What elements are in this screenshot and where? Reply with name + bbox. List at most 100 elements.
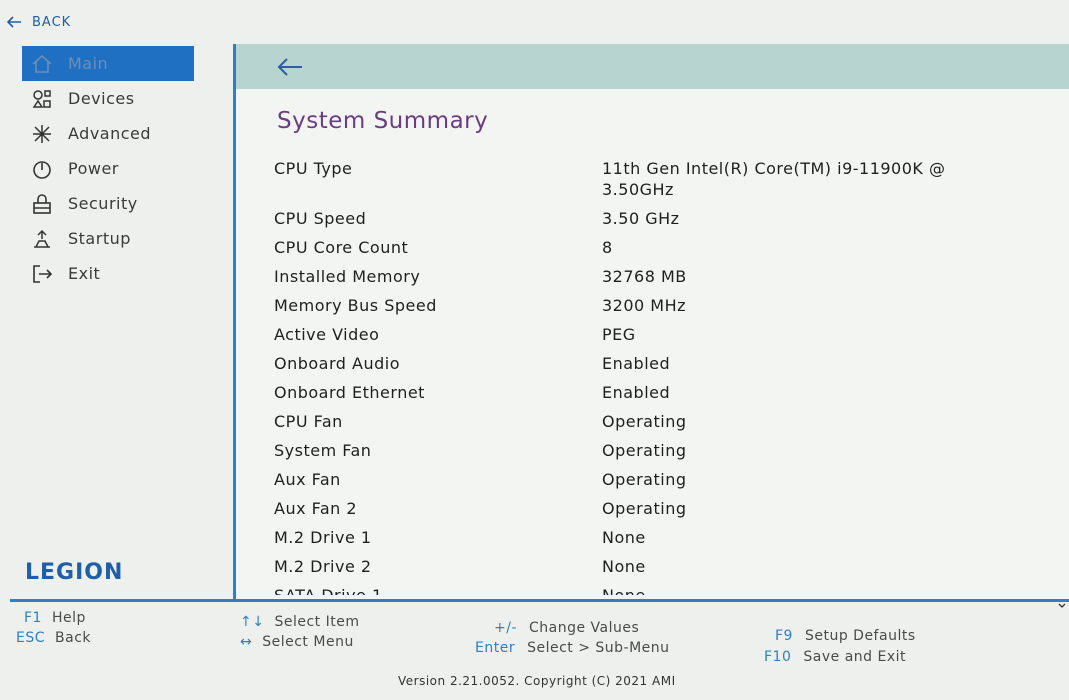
list-item: SATA Drive 1None: [274, 585, 1044, 595]
row-label: System Fan: [274, 441, 372, 460]
version-text: Version 2.21.0052. Copyright (C) 2021 AM…: [398, 674, 676, 688]
footer-divider: [10, 599, 1069, 602]
list-item: Installed Memory 32768 MB: [274, 266, 1044, 287]
list-item: Active Video PEG: [274, 324, 1044, 345]
sidebar-item-label: Power: [68, 159, 119, 178]
list-item: CPU Core Count 8: [274, 237, 1044, 258]
row-label: Installed Memory: [274, 267, 421, 286]
sidebar-item-label: Exit: [68, 264, 101, 283]
select-menu-hint: ↔ Select Menu: [240, 634, 354, 650]
list-item: M.2 Drive 1 None: [274, 527, 1044, 548]
row-value: None: [602, 585, 1044, 595]
list-item: Memory Bus Speed 3200 MHz: [274, 295, 1044, 316]
row-value: None: [602, 528, 646, 547]
leftright-text: Select Menu: [262, 634, 354, 650]
leftright-key: ↔: [240, 634, 253, 650]
list-item: Aux Fan Operating: [274, 469, 1044, 490]
row-value-line1: 11th Gen Intel(R) Core(TM) i9-11900K @: [602, 159, 946, 178]
advanced-icon: [30, 122, 54, 146]
sidebar-item-label: Startup: [68, 229, 131, 248]
sidebar-item-main[interactable]: Main: [22, 46, 194, 81]
updown-key: ↑↓: [240, 614, 265, 630]
list-item: M.2 Drive 2 None: [274, 556, 1044, 577]
sidebar-item-label: Advanced: [68, 124, 152, 143]
row-value: None: [602, 557, 646, 576]
plusminus-text: Change Values: [529, 620, 640, 636]
list-item: CPU Speed 3.50 GHz: [274, 208, 1044, 229]
arrow-left-icon: [6, 16, 21, 28]
plusminus-key: +/-: [494, 620, 517, 636]
row-label: CPU Fan: [274, 412, 343, 431]
back-hint: ESC Back: [16, 630, 91, 646]
setup-defaults-hint: F9 Setup Defaults: [775, 628, 916, 644]
home-icon: [30, 52, 54, 76]
exit-icon: [30, 262, 54, 286]
row-value: 8: [602, 238, 613, 257]
row-value: Enabled: [602, 383, 671, 402]
row-value: Operating: [602, 412, 687, 431]
top-bar: BACK: [0, 8, 200, 36]
row-label: CPU Type: [274, 159, 353, 178]
sidebar-item-power[interactable]: Power: [22, 151, 194, 186]
main-panel: System Summary CPU Type 11th Gen Intel(R…: [233, 44, 1069, 599]
row-value: 11th Gen Intel(R) Core(TM) i9-11900K @ 3…: [602, 158, 1044, 200]
row-value: Operating: [602, 499, 687, 518]
f10-key: F10: [764, 649, 792, 665]
startup-icon: [30, 227, 54, 251]
row-value: Operating: [602, 470, 687, 489]
row-label: Memory Bus Speed: [274, 296, 437, 315]
sidebar-item-security[interactable]: Security: [22, 186, 194, 221]
sidebar-item-startup[interactable]: Startup: [22, 221, 194, 256]
main-header: [236, 44, 1069, 89]
sidebar-item-label: Main: [68, 54, 109, 73]
back-button[interactable]: BACK: [6, 15, 71, 30]
row-label: CPU Speed: [274, 209, 367, 228]
list-item: Onboard Audio Enabled: [274, 353, 1044, 374]
row-value: 3.50 GHz: [602, 209, 680, 228]
row-label: Onboard Ethernet: [274, 383, 425, 402]
lock-icon: [30, 192, 54, 216]
back-label: BACK: [32, 14, 72, 30]
list-item: Aux Fan 2 Operating: [274, 498, 1044, 519]
sidebar-item-exit[interactable]: Exit: [22, 256, 194, 291]
esc-text: Back: [55, 630, 92, 646]
summary-list: CPU Type 11th Gen Intel(R) Core(TM) i9-1…: [274, 158, 1044, 599]
enter-text: Select > Sub-Menu: [527, 640, 670, 656]
row-value: Operating: [602, 441, 687, 460]
esc-key: ESC: [16, 630, 46, 646]
list-item: CPU Type 11th Gen Intel(R) Core(TM) i9-1…: [274, 158, 1044, 200]
enter-key: Enter: [475, 640, 516, 656]
row-value: 3200 MHz: [602, 296, 687, 315]
save-exit-hint: F10 Save and Exit: [764, 649, 906, 665]
row-label: SATA Drive 1: [274, 585, 602, 595]
updown-text: Select Item: [274, 614, 360, 630]
sidebar-item-devices[interactable]: Devices: [22, 81, 194, 116]
devices-icon: [30, 87, 54, 111]
submenu-hint: Enter Select > Sub-Menu: [475, 640, 670, 656]
f1-text: Help: [51, 610, 86, 626]
select-item-hint: ↑↓ Select Item: [240, 614, 359, 630]
row-label: M.2 Drive 1: [274, 528, 372, 547]
row-value-line2: 3.50GHz: [602, 180, 674, 199]
change-values-hint: +/- Change Values: [494, 620, 639, 636]
f10-text: Save and Exit: [803, 649, 906, 665]
row-value: PEG: [602, 325, 636, 344]
row-label: Aux Fan 2: [274, 499, 358, 518]
help-hint: F1 Help: [24, 610, 86, 626]
legion-logo: LEGION: [25, 560, 124, 585]
row-value: Enabled: [602, 354, 671, 373]
arrow-left-icon[interactable]: [276, 56, 304, 78]
list-item: Onboard Ethernet Enabled: [274, 382, 1044, 403]
f9-key: F9: [775, 628, 793, 644]
sidebar-item-advanced[interactable]: Advanced: [22, 116, 194, 151]
sidebar-item-label: Security: [68, 194, 138, 213]
list-item: System Fan Operating: [274, 440, 1044, 461]
row-label: M.2 Drive 2: [274, 557, 372, 576]
page-title: System Summary: [277, 108, 489, 134]
row-label: CPU Core Count: [274, 238, 409, 257]
power-icon: [30, 157, 54, 181]
list-item: CPU Fan Operating: [274, 411, 1044, 432]
row-label: Aux Fan: [274, 470, 341, 489]
sidebar-item-label: Devices: [68, 89, 135, 108]
row-value: 32768 MB: [602, 267, 687, 286]
